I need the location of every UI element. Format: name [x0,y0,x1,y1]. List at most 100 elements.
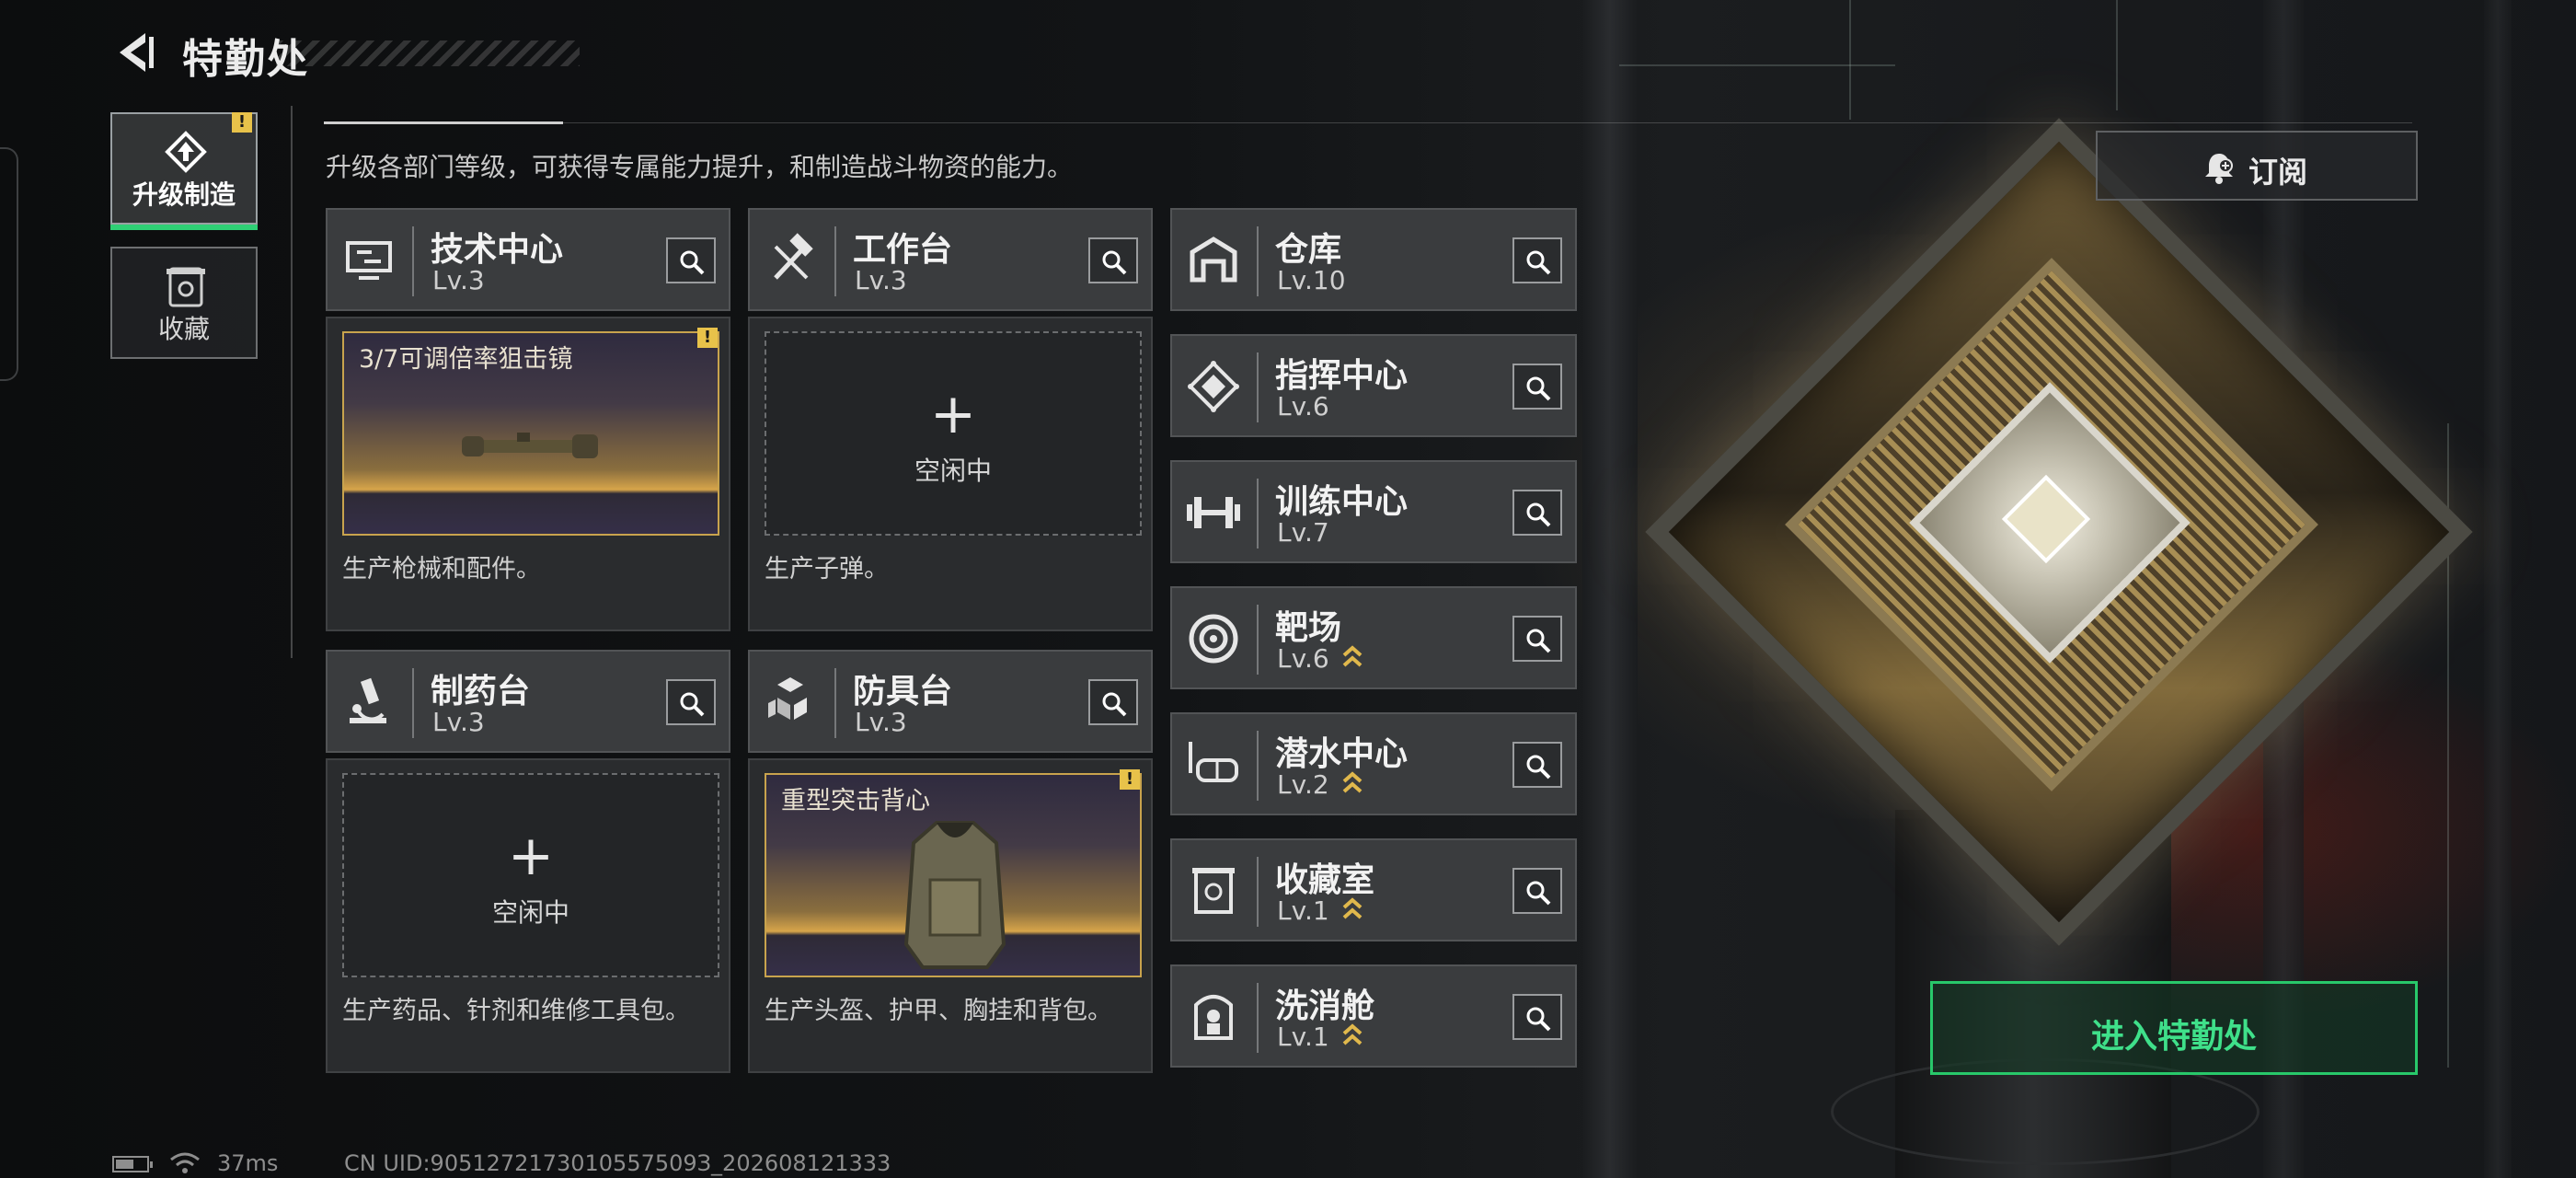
sidebar-tab-label: 收藏 [157,314,210,344]
page-title: 特勤处 [182,36,309,83]
department-level: Lv.7 [1277,517,1329,548]
inspect-button[interactable] [1512,490,1562,536]
alert-badge: ! [1120,769,1140,790]
sidebar-tab-label: 升级制造 [132,179,236,210]
department-row[interactable]: 收藏室 Lv.1 [1170,838,1577,941]
dive-mask-icon [1189,742,1238,782]
production-panel-workbench: + 空闲中 生产子弹。 [748,317,1153,631]
inspect-button[interactable] [1512,868,1562,914]
display-case-icon [1192,868,1235,914]
production-panel-pharmacy: + 空闲中 生产药品、针剂和维修工具包。 [326,758,730,1073]
inspect-button[interactable] [1512,616,1562,662]
inspect-button[interactable] [1088,237,1138,283]
department-level: Lv.1 [1277,895,1329,926]
crafting-item-name: 重型突击背心 [781,787,930,815]
department-level: Lv.10 [1277,265,1346,295]
department-level: Lv.2 [1277,769,1329,800]
department-row[interactable]: 洗消舱 Lv.1 [1170,964,1577,1068]
search-icon [1526,502,1551,527]
collection-case-icon [167,267,205,307]
search-icon [1526,1007,1551,1032]
inspect-button[interactable] [1512,742,1562,788]
inspect-button[interactable] [1512,994,1562,1040]
search-icon [680,250,705,275]
active-tab-indicator [110,225,258,230]
idle-status: 空闲中 [914,456,992,486]
sniper-scope-image [462,433,598,458]
edge-bracket [0,147,18,381]
department-name: 洗消舱 [1275,987,1375,1025]
department-name: 训练中心 [1275,483,1409,521]
upgrade-available-icon [1342,897,1363,919]
cubes-icon [768,677,807,720]
upgrade-available-icon [1342,771,1363,793]
sidebar-tab-collection[interactable]: 收藏 [110,247,258,359]
microscope-icon [350,677,386,723]
department-row[interactable]: 潜水中心 Lv.2 [1170,712,1577,815]
facility-header-workbench[interactable]: 工作台 Lv.3 [748,208,1153,311]
bell-icon [2205,154,2233,184]
facility-name: 防具台 [853,673,953,710]
monitor-icon [346,241,392,280]
department-row[interactable]: 训练中心 Lv.7 [1170,460,1577,563]
search-icon [680,692,705,717]
upgrade-available-icon [1342,1023,1363,1045]
facility-level: Lv.3 [855,265,907,295]
cube-structure-illustration [1645,118,2473,946]
inspect-button[interactable] [666,237,716,283]
battery-level-fill [116,1160,133,1169]
department-name: 指挥中心 [1275,357,1409,395]
search-icon [1526,376,1551,401]
decon-chamber-icon [1194,995,1233,1040]
add-production-icon: + [507,824,555,888]
department-level: Lv.6 [1277,391,1329,422]
search-icon [1526,881,1551,906]
enter-special-ops-button[interactable]: 进入特勤处 [1930,981,2418,1075]
hammer-icon [774,233,813,280]
department-row[interactable]: 指挥中心 Lv.6 [1170,334,1577,437]
dumbbell-icon [1187,497,1240,528]
department-name: 靶场 [1275,609,1342,647]
facility-header-pharmacy[interactable]: 制药台 Lv.3 [326,650,730,753]
idle-status: 空闲中 [491,897,569,928]
title-decoration [276,40,580,66]
production-slot[interactable]: 3/7可调倍率狙击镜 ! [342,328,719,536]
back-arrow-icon[interactable] [109,28,158,77]
crafting-item-name: 3/7可调倍率狙击镜 [359,345,573,374]
tactical-vest-image [903,821,1006,969]
production-slot-empty[interactable]: + 空闲中 [342,773,719,977]
sidebar-tab-upgrade-craft[interactable]: ! 升级制造 [110,112,258,230]
production-description: 生产枪械和配件。 [342,555,541,583]
inspect-button[interactable] [1088,679,1138,725]
production-panel-tech-center: 3/7可调倍率狙击镜 ! 生产枪械和配件。 [326,317,730,631]
sidebar-divider [291,106,293,658]
header-divider [324,122,2412,123]
search-icon [1526,755,1551,780]
network-ping: 37ms [217,1150,279,1176]
page-description: 升级各部门等级，可获得专属能力提升，和制造战斗物资的能力。 [326,152,1074,182]
department-row[interactable]: 靶场 Lv.6 [1170,586,1577,689]
department-row[interactable]: 仓库 Lv.10 [1170,208,1577,311]
facility-header-tech-center[interactable]: 技术中心 Lv.3 [326,208,730,311]
facility-name: 制药台 [431,673,531,710]
chip-icon [1188,361,1239,412]
production-slot[interactable]: 重型突击背心 ! [765,769,1142,977]
department-name: 收藏室 [1275,861,1375,899]
add-production-icon: + [929,382,977,446]
facility-header-armor-bench[interactable]: 防具台 Lv.3 [748,650,1153,753]
production-description: 生产药品、针剂和维修工具包。 [342,997,690,1025]
production-slot-empty[interactable]: + 空闲中 [765,331,1142,536]
department-level: Lv.1 [1277,1022,1329,1052]
inspect-button[interactable] [666,679,716,725]
department-name: 仓库 [1275,231,1342,269]
facility-level: Lv.3 [432,265,485,295]
header-divider-highlight [324,121,563,124]
subscribe-button[interactable]: 订阅 [2096,131,2418,201]
inspect-button[interactable] [1512,364,1562,410]
battery-icon [112,1156,153,1172]
inspect-button[interactable] [1512,237,1562,283]
production-description: 生产头盔、护甲、胸挂和背包。 [765,997,1112,1025]
department-name: 潜水中心 [1275,735,1409,773]
enter-button-label: 进入特勤处 [2090,1018,2257,1056]
production-panel-armor-bench: 重型突击背心 ! 生产头盔、护甲、胸挂和背包。 [748,758,1153,1073]
